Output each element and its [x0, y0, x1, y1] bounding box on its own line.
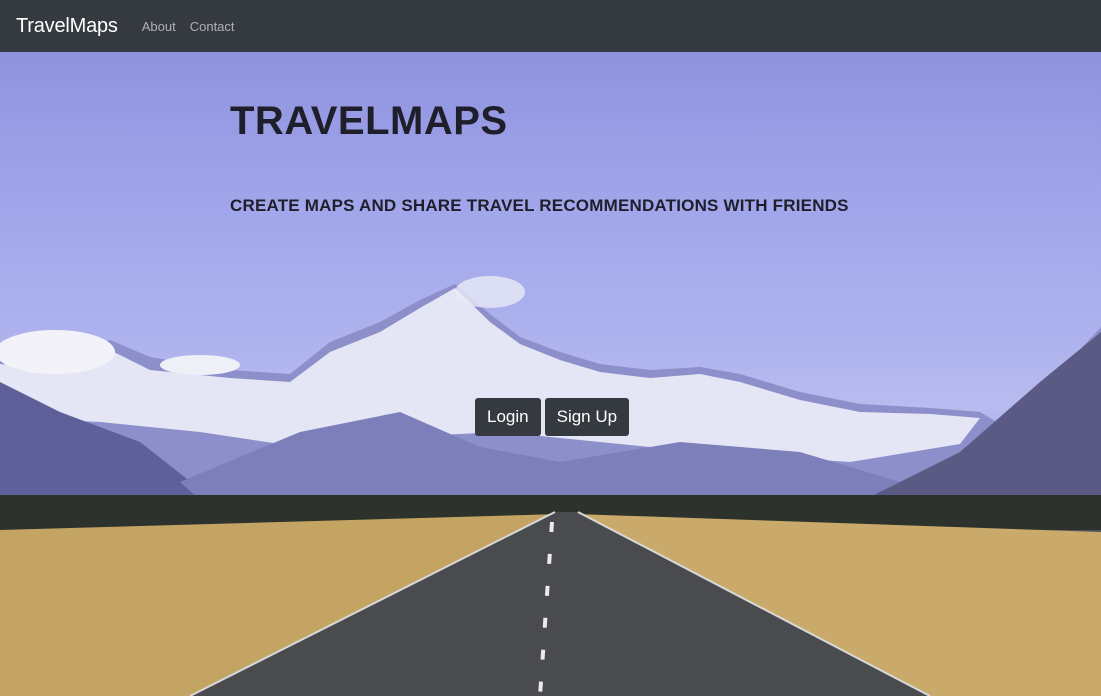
login-button[interactable]: Login: [475, 398, 541, 436]
signup-button[interactable]: Sign Up: [544, 398, 630, 436]
cloud-peak: [455, 276, 525, 308]
cloud-left-2: [160, 355, 240, 375]
hero-background-image: [0, 276, 1101, 696]
brand-logo-link[interactable]: TravelMaps: [16, 15, 118, 38]
nav-link-about[interactable]: About: [142, 19, 176, 34]
hero-subtitle: CREATE MAPS AND SHARE TRAVEL RECOMMENDAT…: [230, 196, 849, 215]
navbar: TravelMaps About Contact: [0, 0, 1101, 52]
hero-title: TRAVELMAPS: [230, 99, 508, 143]
cloud-left: [0, 330, 115, 374]
auth-buttons: Login Sign Up: [475, 398, 630, 436]
nav-link-contact[interactable]: Contact: [190, 19, 235, 34]
hero-section: TRAVELMAPS CREATE MAPS AND SHARE TRAVEL …: [0, 52, 1101, 696]
